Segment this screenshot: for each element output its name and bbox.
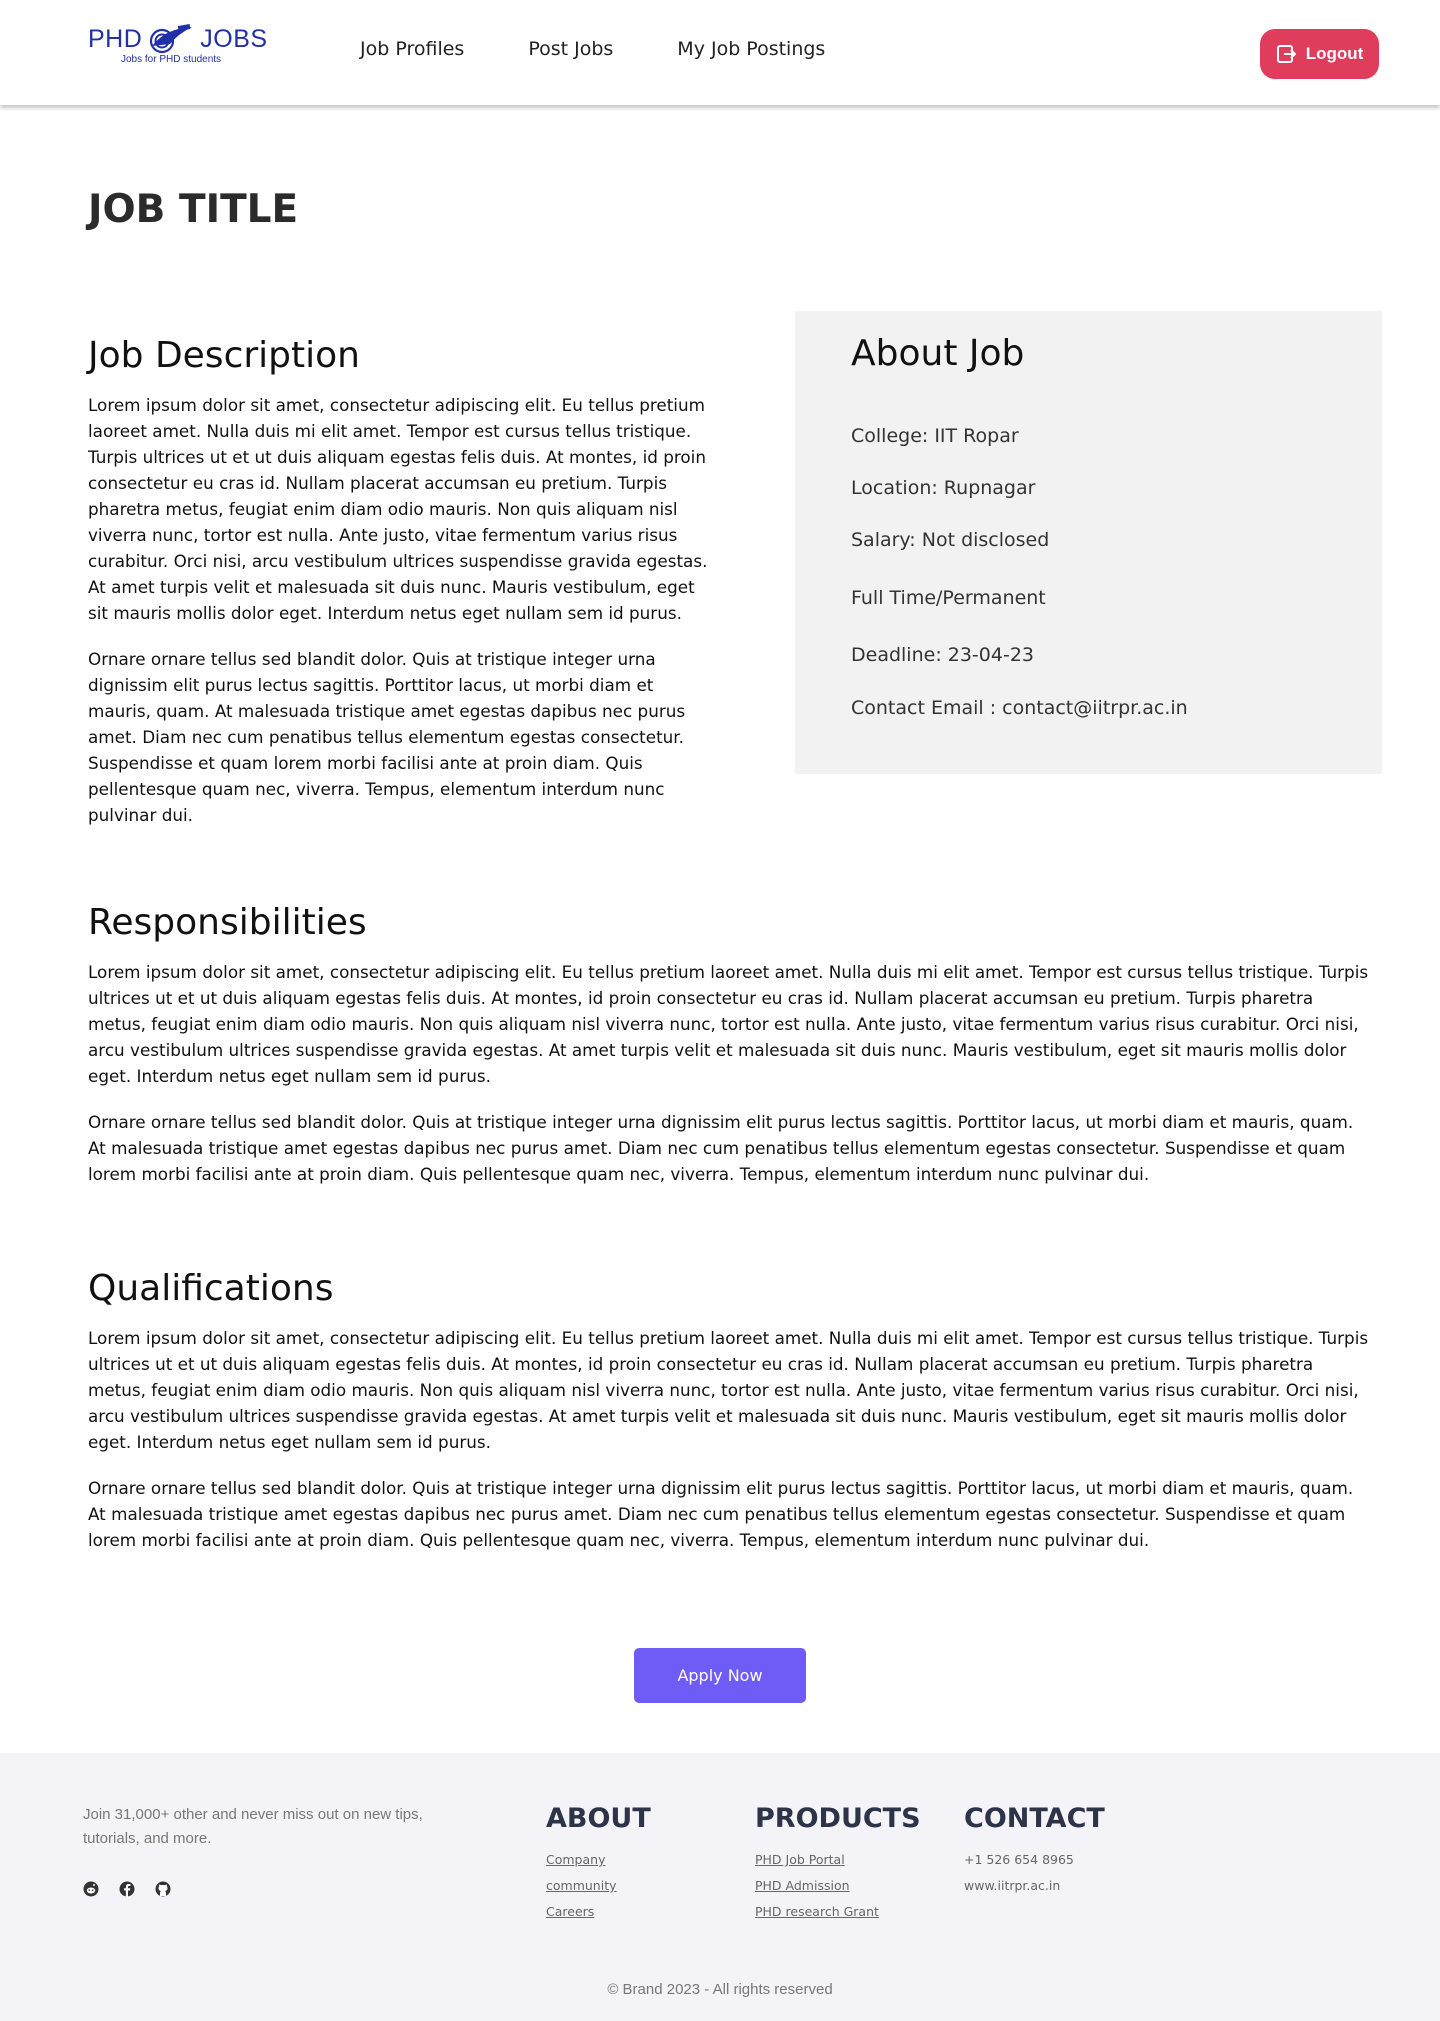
footer-contact-phone: +1 526 654 8965 — [964, 1852, 1074, 1867]
qualifications-heading: Qualifications — [88, 1268, 334, 1309]
reddit-icon[interactable] — [83, 1881, 99, 1897]
qualifications-paragraph: Lorem ipsum dolor sit amet, consectetur … — [88, 1328, 1369, 1452]
footer-link-phd-research-grant[interactable]: PHD research Grant — [755, 1904, 921, 1919]
about-job-heading: About Job — [851, 333, 1025, 374]
logout-icon — [1276, 45, 1296, 63]
about-college: College: IIT Ropar — [851, 425, 1019, 447]
logo-word-phd: PHD — [88, 24, 143, 53]
logout-button[interactable]: Logout — [1260, 29, 1379, 79]
about-salary: Salary: Not disclosed — [851, 529, 1050, 551]
site-footer: Join 31,000+ other and never miss out on… — [0, 1753, 1440, 2021]
footer-link-phd-admission[interactable]: PHD Admission — [755, 1878, 921, 1893]
logo-word-jobs: JOBS — [200, 24, 268, 53]
job-title: JOB TITLE — [88, 187, 299, 232]
footer-link-community[interactable]: community — [546, 1878, 651, 1893]
facebook-icon[interactable] — [119, 1881, 135, 1897]
brand-logo[interactable]: PHD JOBS Jobs for PHD students — [88, 24, 268, 76]
graduation-swoosh-icon — [150, 24, 193, 54]
logout-label: Logout — [1305, 44, 1364, 63]
footer-about-column: ABOUT Company community Careers — [546, 1803, 651, 1930]
footer-products-column: PRODUCTS PHD Job Portal PHD Admission PH… — [755, 1803, 921, 1930]
newsletter-blurb: Join 31,000+ other and never miss out on… — [83, 1806, 423, 1847]
about-location: Location: Rupnagar — [851, 477, 1036, 499]
logo-tagline: Jobs for PHD students — [121, 54, 222, 65]
footer-link-company[interactable]: Company — [546, 1852, 651, 1867]
copyright-notice: © Brand 2023 - All rights reserved — [607, 1981, 833, 1998]
github-icon[interactable] — [155, 1881, 171, 1897]
job-description-paragraph: Ornare ornare tellus sed blandit dolor. … — [88, 649, 686, 825]
footer-link-careers[interactable]: Careers — [546, 1904, 651, 1919]
footer-about-heading: ABOUT — [546, 1803, 651, 1834]
qualifications-paragraph: Ornare ornare tellus sed blandit dolor. … — [88, 1478, 1354, 1550]
responsibilities-paragraph: Lorem ipsum dolor sit amet, consectetur … — [88, 962, 1369, 1086]
job-description-paragraph: Lorem ipsum dolor sit amet, consectetur … — [88, 395, 708, 623]
footer-contact-website: www.iitrpr.ac.in — [964, 1878, 1061, 1893]
responsibilities-paragraph: Ornare ornare tellus sed blandit dolor. … — [88, 1112, 1354, 1184]
job-description-section: Job Description Lorem ipsum dolor sit am… — [88, 335, 716, 848]
about-job-panel: About Job College: IIT Ropar Location: R… — [795, 311, 1382, 774]
responsibilities-section: Responsibilities Lorem ipsum dolor sit a… — [88, 902, 1374, 1207]
footer-products-heading: PRODUCTS — [755, 1803, 921, 1834]
footer-contact-heading: CONTACT — [964, 1803, 1105, 1834]
about-deadline: Deadline: 23-04-23 — [851, 644, 1034, 666]
nav-job-profiles[interactable]: Job Profiles — [360, 38, 464, 60]
footer-link-phd-job-portal[interactable]: PHD Job Portal — [755, 1852, 921, 1867]
nav-post-jobs[interactable]: Post Jobs — [528, 38, 613, 60]
footer-contact-column: CONTACT +1 526 654 8965 www.iitrpr.ac.in — [964, 1803, 1105, 1904]
top-navbar: PHD JOBS Jobs for PHD students Job Profi… — [0, 0, 1440, 105]
job-description-heading: Job Description — [88, 335, 360, 376]
apply-now-button[interactable]: Apply Now — [634, 1648, 806, 1703]
logo-wordmark: PHD JOBS — [88, 24, 268, 54]
about-job-type: Full Time/Permanent — [851, 587, 1046, 609]
nav-my-job-postings[interactable]: My Job Postings — [677, 38, 825, 60]
main-nav: Job Profiles Post Jobs My Job Postings — [360, 38, 825, 60]
job-detail-page: JOB TITLE Job Description Lorem ipsum do… — [0, 105, 1440, 1753]
responsibilities-heading: Responsibilities — [88, 902, 367, 943]
social-links — [83, 1881, 171, 1897]
about-contact-email: Contact Email : contact@iitrpr.ac.in — [851, 697, 1188, 719]
qualifications-section: Qualifications Lorem ipsum dolor sit ame… — [88, 1268, 1374, 1573]
